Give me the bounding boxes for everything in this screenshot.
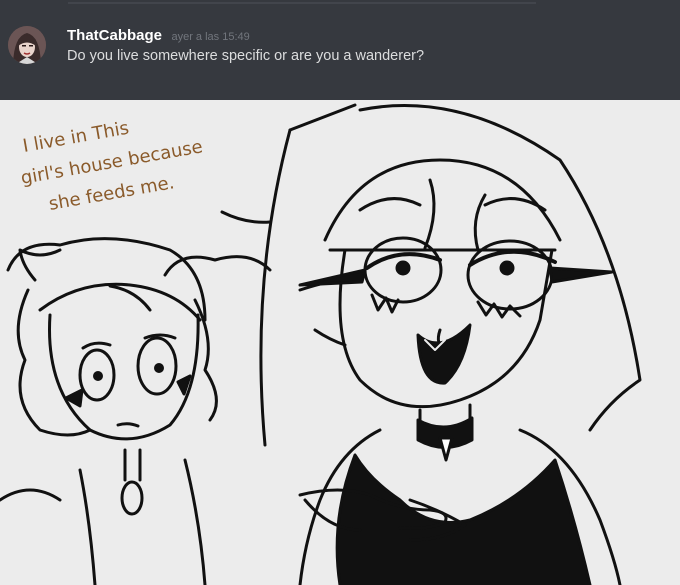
timestamp: ayer a las 15:49 bbox=[171, 31, 250, 43]
avatar-image bbox=[8, 26, 46, 64]
chat-message-bar: ThatCabbage ayer a las 15:49 Do you live… bbox=[0, 0, 680, 100]
comic-illustration: I live in This girl's house because she … bbox=[0, 100, 680, 585]
message-text: Do you live somewhere specific or are yo… bbox=[67, 48, 425, 64]
username[interactable]: ThatCabbage bbox=[67, 27, 162, 44]
avatar[interactable] bbox=[8, 26, 46, 64]
divider bbox=[68, 2, 536, 4]
message-header: ThatCabbage ayer a las 15:49 bbox=[67, 27, 250, 45]
